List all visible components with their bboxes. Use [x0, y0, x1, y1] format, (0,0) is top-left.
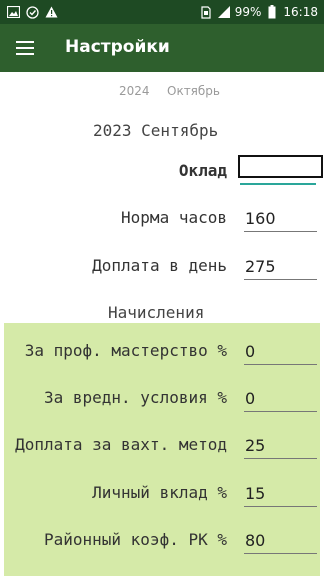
battery-percent: 99% [234, 5, 262, 19]
hours-norm-input[interactable] [244, 205, 317, 232]
accrual-row: За проф. мастерство % [0, 335, 324, 369]
accrual-input[interactable] [244, 338, 317, 365]
accruals-panel: За проф. мастерство % За вредн. условия … [4, 323, 320, 576]
warning-icon [44, 5, 58, 19]
battery-icon [265, 5, 279, 19]
salary-row: Оклад [0, 155, 324, 189]
clock: 16:18 [283, 5, 318, 19]
status-bar-left-icons [6, 4, 58, 20]
sync-icon [25, 5, 39, 19]
accrual-input[interactable] [244, 527, 317, 554]
hours-norm-row: Норма часов [0, 202, 324, 236]
tab-month[interactable]: Октябрь [167, 84, 220, 98]
accrual-label: За вредн. условия % [43, 388, 227, 407]
accruals-title: Начисления [108, 303, 205, 322]
accrual-input[interactable] [244, 385, 317, 412]
accrual-label: Доплата за вахт. метод [15, 435, 227, 454]
daily-bonus-label: Доплата в день [92, 256, 227, 275]
page-title: Настройки [65, 37, 170, 57]
salary-label: Оклад [178, 161, 227, 180]
tab-year[interactable]: 2024 [119, 84, 150, 98]
daily-bonus-row: Доплата в день [0, 250, 324, 284]
accrual-label: За проф. мастерство % [24, 341, 227, 360]
sim-icon [199, 5, 213, 19]
accrual-row: Районный коэф. РК % [0, 524, 324, 558]
accrual-label: Районный коэф. РК % [43, 530, 227, 549]
accrual-input[interactable] [244, 432, 317, 459]
accrual-row: Доплата за вахт. метод [0, 429, 324, 463]
period-label: 2023 Сентябрь [93, 121, 219, 140]
image-icon [6, 5, 20, 19]
status-bar: 99% 16:18 [0, 0, 324, 24]
accrual-label: Личный вклад % [92, 483, 227, 502]
accrual-input[interactable] [244, 480, 317, 507]
accrual-row: За вредн. условия % [0, 382, 324, 416]
salary-input[interactable] [238, 155, 323, 178]
year-month-tabs: 2024 Октябрь [0, 84, 324, 100]
hours-norm-label: Норма часов [121, 208, 227, 227]
accrual-row: Личный вклад % [0, 477, 324, 511]
app-bar: Настройки [0, 24, 324, 72]
status-bar-right: 99% 16:18 [199, 4, 318, 20]
focus-underline [240, 183, 316, 185]
hamburger-icon [16, 41, 34, 55]
signal-icon [217, 5, 231, 19]
menu-button[interactable] [12, 36, 38, 60]
daily-bonus-input[interactable] [244, 253, 317, 280]
